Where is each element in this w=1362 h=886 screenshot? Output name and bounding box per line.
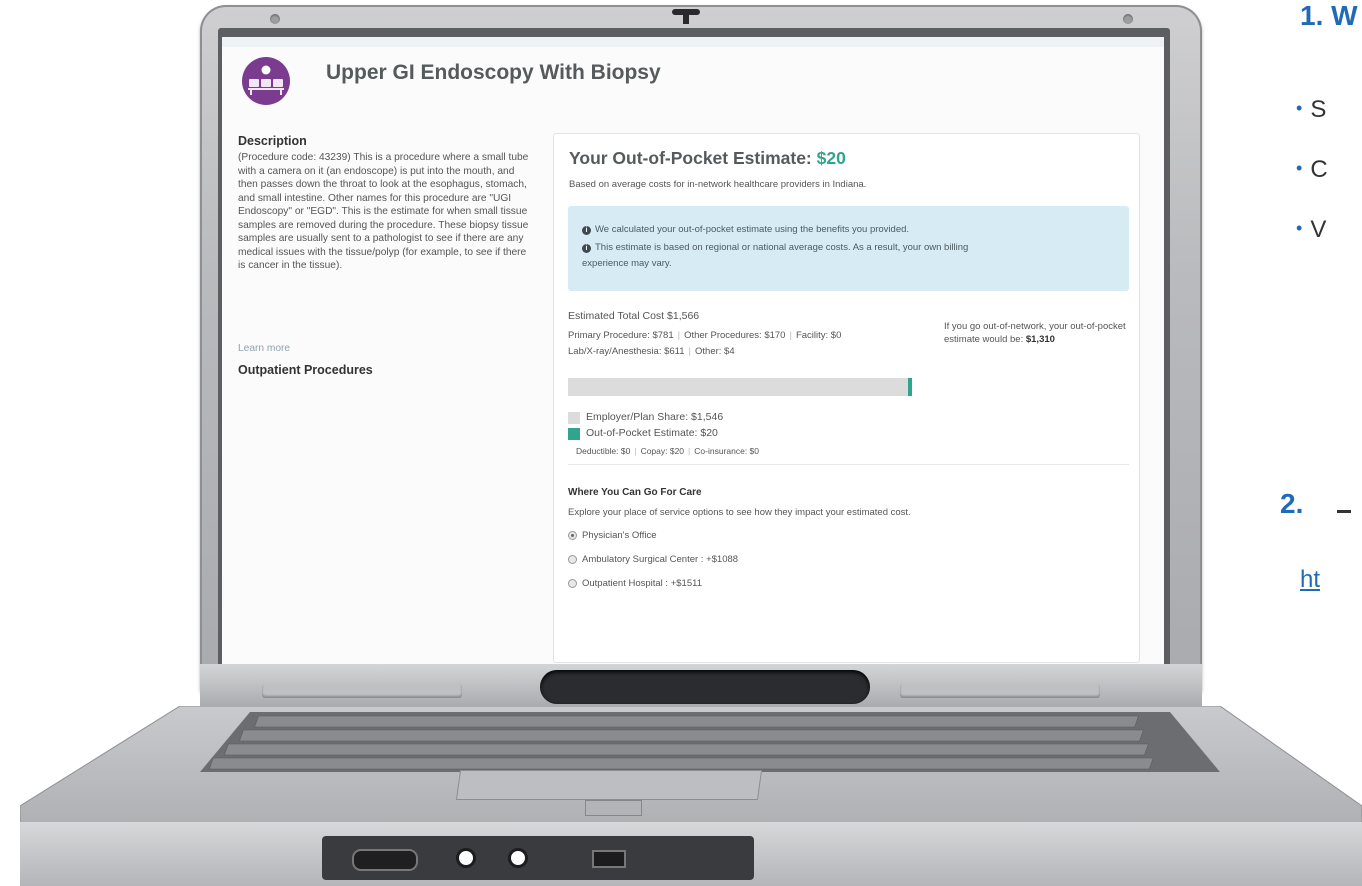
care-option-ambulatory-surgical-center[interactable]: Ambulatory Surgical Center : +$1088	[568, 554, 738, 565]
radio-button[interactable]	[568, 555, 577, 564]
radio-button[interactable]	[568, 579, 577, 588]
slide-dash	[1337, 510, 1351, 513]
care-option-physicians-office[interactable]: Physician's Office	[568, 530, 657, 541]
out-of-pocket-legend: Out-of-Pocket Estimate: $20	[586, 427, 718, 439]
info-notice: i We calculated your out-of-pocket estima…	[568, 206, 1129, 291]
slide-bullet: • V	[1296, 216, 1327, 243]
notice-line: experience may vary.	[582, 258, 672, 269]
info-icon: i	[582, 226, 591, 235]
cost-share-details: Deductible: $0 | Copay: $20 | Co-insurance: …	[576, 446, 759, 456]
screen-top-strip	[222, 37, 1164, 47]
estimated-total-cost: Estimated Total Cost $1,566	[568, 310, 699, 322]
section-divider	[568, 464, 1129, 465]
slide-bullet: • S	[1296, 96, 1327, 123]
audio-jack	[508, 848, 528, 868]
slide-bullet-text: C	[1310, 156, 1328, 183]
breakdown-item: Lab/X-ray/Anesthesia: $611	[568, 346, 685, 357]
out-of-pocket-swatch	[568, 428, 580, 440]
estimate-amount: $20	[816, 148, 846, 168]
touchpad	[455, 770, 763, 800]
slide-bullet-text: S	[1310, 96, 1327, 123]
care-option-label: Ambulatory Surgical Center : +$1088	[582, 554, 739, 565]
procedure-description: (Procedure code: 43239) This is a proced…	[238, 152, 529, 271]
care-option-label: Physician's Office	[582, 530, 657, 541]
breakdown-item: Facility: $0	[795, 330, 842, 341]
slide-bullet-text: V	[1310, 216, 1327, 243]
breakdown-item: Other Procedures: $170	[684, 330, 786, 341]
notice-line: i We calculated your out-of-pocket estima…	[582, 223, 909, 237]
out-of-pocket-bar-segment	[908, 378, 912, 396]
audio-jack	[456, 848, 476, 868]
cost-breakdown-row: Lab/X-ray/Anesthesia: $611 | Other: $4	[568, 346, 735, 357]
slide-bullet: • C	[1296, 156, 1328, 183]
estimate-title-prefix: Your Out-of-Pocket Estimate:	[569, 148, 817, 168]
slide-heading-2: 2.	[1280, 488, 1304, 519]
bezel-screw	[270, 14, 280, 24]
webcam-stem	[683, 14, 689, 24]
cost-share-bar	[568, 378, 912, 396]
employer-share-swatch	[568, 412, 580, 424]
estimate-card: Your Out-of-Pocket Estimate: $20 Based o…	[553, 133, 1140, 663]
cost-share-item: Deductible: $0	[576, 446, 631, 456]
slide-link[interactable]: ht	[1300, 566, 1320, 594]
bezel-screw	[1123, 14, 1133, 24]
card-slot	[592, 850, 626, 868]
waiting-room-icon	[242, 57, 290, 105]
care-options-heading: Where You Can Go For Care	[568, 487, 702, 498]
notice-text: We calculated your out-of-pocket estimat…	[595, 224, 910, 235]
breakdown-item: Other: $4	[695, 346, 735, 357]
estimate-title: Your Out-of-Pocket Estimate: $20	[569, 148, 846, 169]
care-option-outpatient-hospital[interactable]: Outpatient Hospital : +$1511	[568, 578, 702, 589]
hinge-right	[900, 684, 1100, 698]
care-option-label: Outpatient Hospital : +$1511	[582, 578, 702, 589]
radio-button[interactable]	[568, 531, 577, 540]
total-cost-value: $1,566	[667, 310, 700, 322]
out-of-network-amount: $1,310	[1025, 334, 1055, 345]
cost-share-item: Copay: $20	[640, 446, 685, 456]
touchpad-button	[585, 800, 642, 816]
category-heading: Outpatient Procedures	[238, 363, 373, 377]
hinge-center	[540, 670, 870, 704]
estimate-subtitle: Based on average costs for in-network he…	[569, 179, 867, 190]
employer-share-legend: Employer/Plan Share: $1,546	[586, 411, 724, 423]
description-heading: Description	[238, 134, 307, 148]
learn-more-link[interactable]: Learn more	[238, 343, 290, 354]
laptop-screen: Upper GI Endoscopy With Biopsy Descripti…	[222, 37, 1164, 664]
notice-text: This estimate is based on regional or na…	[595, 242, 969, 253]
total-cost-label: Estimated Total Cost	[568, 310, 665, 322]
hinge-left	[262, 684, 462, 698]
out-of-network-note: If you go out-of-network, your out-of-po…	[944, 320, 1138, 346]
care-options-subtitle: Explore your place of service options to…	[568, 507, 911, 518]
slide-heading-1: 1. W	[1300, 0, 1358, 31]
procedure-title: Upper GI Endoscopy With Biopsy	[326, 61, 661, 84]
cost-share-item: Co-insurance: $0	[694, 446, 759, 456]
info-icon: i	[582, 244, 591, 253]
cost-breakdown-row: Primary Procedure: $781 | Other Procedures…	[568, 330, 842, 341]
breakdown-item: Primary Procedure: $781	[568, 330, 674, 341]
power-port	[352, 849, 418, 871]
notice-line: i This estimate is based on regional or n…	[582, 241, 968, 255]
